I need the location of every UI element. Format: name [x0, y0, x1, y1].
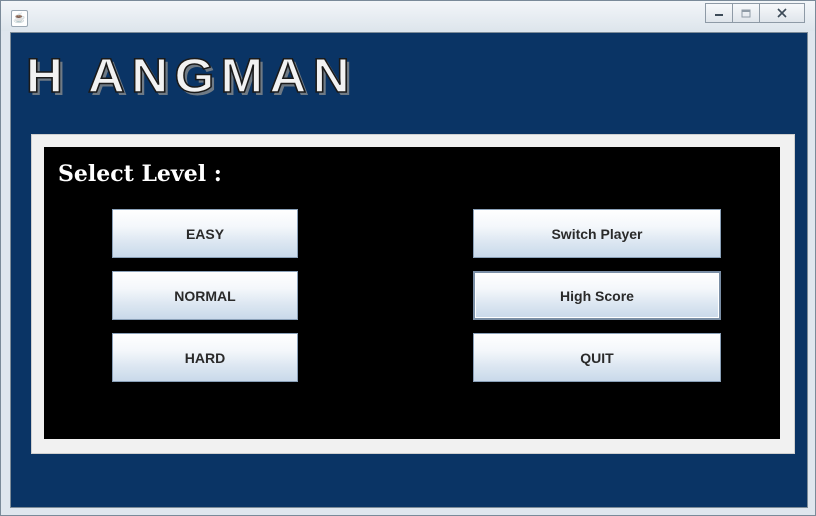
main-content: H ANGMAN H ANGMAN Select Level : EASY NO…	[10, 32, 808, 508]
level-panel: Select Level : EASY NORMAL HARD Switch P…	[44, 147, 780, 439]
select-level-heading: Select Level :	[58, 161, 222, 187]
close-button[interactable]	[760, 3, 805, 23]
hangman-logo-text: H ANGMAN	[26, 50, 356, 103]
app-window: ☕ H ANGMAN H ANGMAN Select Level : EASY …	[0, 0, 816, 516]
window-controls	[705, 3, 805, 23]
title-bar[interactable]: ☕	[1, 1, 815, 31]
close-icon	[777, 8, 787, 18]
easy-button[interactable]: EASY	[112, 209, 298, 258]
minimize-button[interactable]	[705, 3, 733, 23]
quit-button[interactable]: QUIT	[473, 333, 721, 382]
maximize-icon	[741, 9, 751, 17]
switch-player-button[interactable]: Switch Player	[473, 209, 721, 258]
maximize-button[interactable]	[733, 3, 760, 23]
normal-button[interactable]: NORMAL	[112, 271, 298, 320]
high-score-button[interactable]: High Score	[473, 271, 721, 320]
level-panel-border: Select Level : EASY NORMAL HARD Switch P…	[31, 134, 795, 454]
java-coffee-icon: ☕	[11, 10, 28, 27]
hard-button[interactable]: HARD	[112, 333, 298, 382]
hangman-logo: H ANGMAN H ANGMAN	[25, 49, 356, 103]
minimize-icon	[715, 14, 723, 16]
